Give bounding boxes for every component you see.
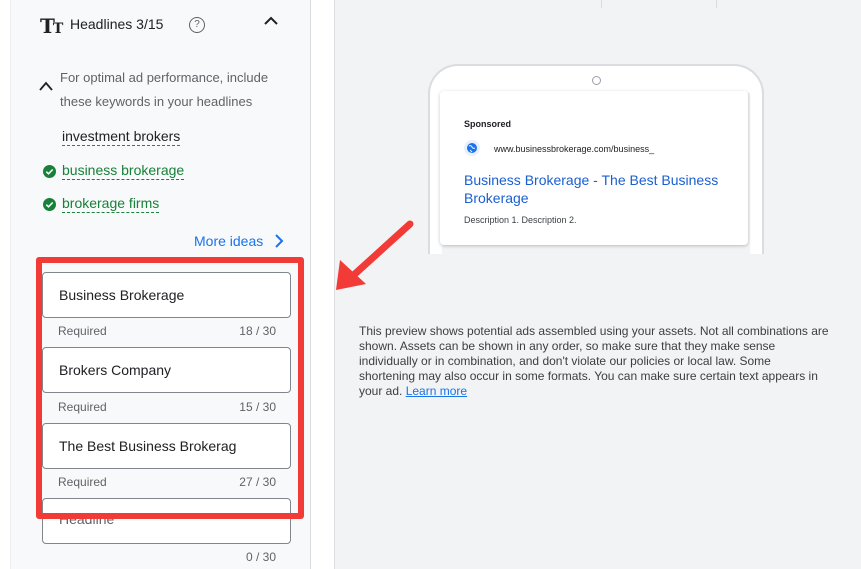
keyword-suggestion[interactable]: investment brokers xyxy=(62,127,181,146)
phone-camera xyxy=(592,76,601,85)
headlines-title: Headlines 3/15 xyxy=(70,16,164,32)
character-count: 27 / 30 xyxy=(239,475,276,489)
headline-field-placeholder: Headline xyxy=(59,511,115,527)
ad-description: Description 1. Description 2. xyxy=(464,215,577,225)
field-helper: Required xyxy=(58,475,107,489)
field-helper: Required xyxy=(58,400,107,414)
character-count: 0 / 30 xyxy=(245,550,276,564)
headline-field[interactable]: Brokers Company xyxy=(42,347,291,393)
help-circle-icon[interactable]: ? xyxy=(189,17,205,33)
text-format-icon: TT xyxy=(40,14,63,38)
ad-preview-card: Sponsored www.businessbrokerage.com/busi… xyxy=(440,91,748,245)
headline-field[interactable]: Business Brokerage xyxy=(42,272,291,318)
sponsored-label: Sponsored xyxy=(464,119,512,129)
hint-chevron-up-icon[interactable] xyxy=(38,80,54,92)
divider xyxy=(716,0,717,8)
keyword-suggestion[interactable]: brokerage firms xyxy=(62,194,160,213)
headline-field[interactable]: The Best Business Brokerag xyxy=(42,423,291,469)
check-circle-icon xyxy=(43,165,56,178)
learn-more-link[interactable]: Learn more xyxy=(406,384,467,398)
ad-display-url: www.businessbrokerage.com/business_ xyxy=(494,144,655,154)
keyword-suggestion[interactable]: business brokerage xyxy=(62,161,185,180)
check-circle-icon xyxy=(43,198,56,211)
character-count: 15 / 30 xyxy=(239,400,276,414)
field-helper: Required xyxy=(58,324,107,338)
chevron-up-icon[interactable] xyxy=(262,12,280,30)
headline-field-value: Brokers Company xyxy=(59,362,172,378)
globe-icon xyxy=(464,140,480,156)
ad-headline[interactable]: Business Brokerage - The Best Business B… xyxy=(464,171,724,207)
preview-disclaimer: This preview shows potential ads assembl… xyxy=(359,324,829,399)
headlines-header[interactable]: TT Headlines 3/15 ? xyxy=(40,12,290,42)
character-count: 18 / 30 xyxy=(239,324,276,338)
headline-field-value: The Best Business Brokerag xyxy=(59,438,237,454)
divider xyxy=(601,0,602,8)
chevron-right-icon[interactable] xyxy=(272,232,286,255)
keyword-hint: For optimal ad performance, include thes… xyxy=(60,70,269,109)
headline-field[interactable]: Headline xyxy=(42,498,291,544)
headline-field-value: Business Brokerage xyxy=(59,287,185,303)
more-ideas-link[interactable]: More ideas xyxy=(194,233,263,249)
red-arrow-icon xyxy=(336,220,414,290)
